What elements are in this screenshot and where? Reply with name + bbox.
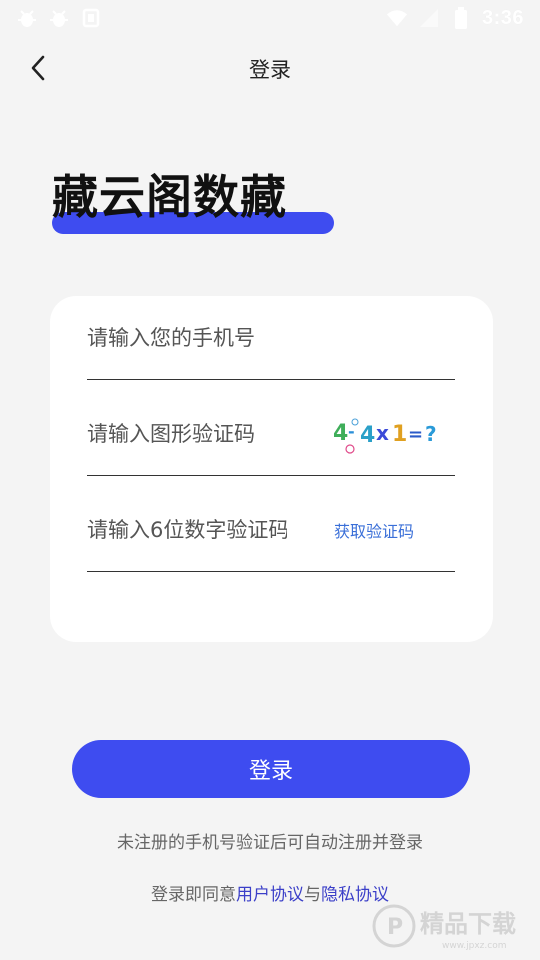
sms-code-input[interactable] [87,488,287,571]
agreement-prefix: 登录即同意 [151,885,236,905]
brand-logo: 藏云阁数藏 [52,170,342,244]
user-agreement-link[interactable]: 用户协议 [236,885,304,905]
bug-icon [48,7,70,29]
captcha-input[interactable] [87,392,307,475]
header: 登录 [0,40,540,96]
brand-name: 藏云阁数藏 [52,170,287,224]
login-form-card: 4 - 4 x 1 = ? 获取验证码 [50,296,493,642]
status-right: 3:36 [386,7,524,30]
status-bar: 3:36 [0,0,540,36]
app-notification-icon [80,7,102,29]
get-code-button[interactable]: 获取验证码 [334,518,414,542]
agreement-and: 与 [304,885,321,905]
svg-text:x: x [376,421,389,445]
wifi-icon [386,7,408,29]
battery-icon [450,7,472,29]
sms-code-field: 获取验证码 [87,488,455,572]
svg-text:4: 4 [333,421,348,446]
phone-field [87,296,455,380]
svg-text:1: 1 [392,422,407,447]
captcha-field: 4 - 4 x 1 = ? [87,392,455,476]
page-title: 登录 [249,58,291,82]
signal-icon [418,7,440,29]
svg-text:-: - [348,422,355,441]
status-time: 3:36 [481,6,524,29]
svg-text:=: = [408,424,423,445]
watermark-subtext: www.jpxz.com [442,941,506,951]
register-hint: 未注册的手机号验证后可自动注册并登录 [117,833,423,853]
login-button[interactable]: 登录 [72,740,470,798]
status-left [16,7,102,29]
watermark-text: 精品下载 [420,910,516,938]
svg-text:P: P [387,915,403,940]
svg-text:?: ? [425,422,437,446]
svg-text:4: 4 [360,423,375,448]
bug-icon [16,7,38,29]
phone-input[interactable] [87,296,455,379]
captcha-image[interactable]: 4 - 4 x 1 = ? [333,414,443,454]
watermark-logo: P 精品下载 www.jpxz.com [372,904,516,951]
